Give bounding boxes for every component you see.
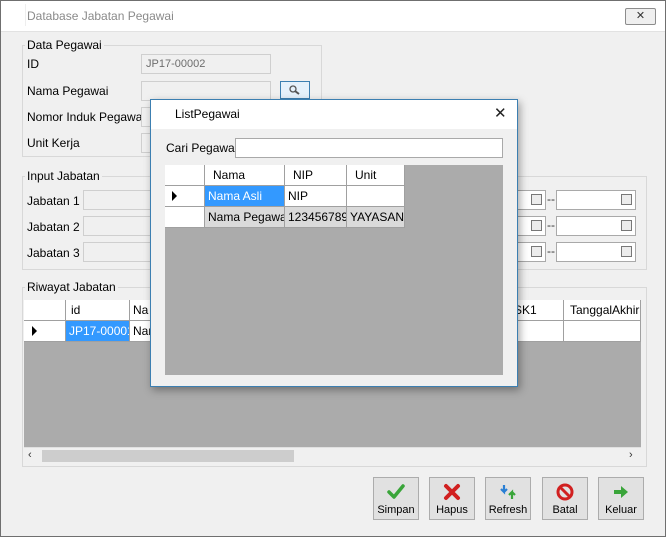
jabatan-1-label: Jabatan 1	[27, 194, 80, 208]
calendar-icon[interactable]	[531, 194, 542, 205]
table-cell-nip[interactable]: NIP	[285, 186, 347, 207]
dialog-title-bar: ListPegawai ✕	[151, 100, 517, 129]
range-separator: --	[547, 192, 555, 206]
jabatan-3-field[interactable]	[83, 242, 153, 262]
column-header-nama[interactable]: Na	[130, 300, 151, 321]
cari-pegawai-input[interactable]	[235, 138, 503, 158]
data-pegawai-label: Data Pegawai	[25, 38, 104, 52]
scroll-right-icon[interactable]: ›	[629, 449, 633, 461]
simpan-label: Simpan	[377, 504, 415, 516]
refresh-button[interactable]: Refresh	[485, 477, 531, 520]
scrollbar-thumb[interactable]	[42, 450, 294, 462]
hapus-button[interactable]: Hapus	[429, 477, 475, 520]
app-icon	[5, 4, 26, 26]
nama-pegawai-label: Nama Pegawai	[27, 84, 109, 98]
jabatan-1-end-date[interactable]	[556, 190, 636, 210]
jabatan-2-label: Jabatan 2	[27, 220, 80, 234]
column-header-sk1[interactable]: SK1	[514, 300, 564, 321]
scroll-left-icon[interactable]: ‹	[28, 449, 32, 461]
column-header-unit[interactable]: Unit	[347, 165, 405, 186]
batal-button[interactable]: Batal	[542, 477, 588, 520]
close-button[interactable]: ✕	[625, 8, 656, 25]
batal-label: Batal	[552, 504, 578, 516]
row-pointer-icon	[172, 191, 177, 201]
range-separator: --	[547, 244, 555, 258]
table-cell-nama[interactable]: Nama Pegawai	[205, 207, 285, 228]
table-cell-nip[interactable]: 123456789	[285, 207, 347, 228]
keluar-label: Keluar	[605, 504, 637, 516]
cancel-icon	[556, 483, 574, 501]
table-cell-unit[interactable]: YAYASAN	[347, 207, 405, 228]
jabatan-2-field[interactable]	[83, 216, 153, 236]
jabatan-1-field[interactable]	[83, 190, 153, 210]
cari-pegawai-label: Cari Pegawai	[166, 141, 238, 155]
calendar-icon[interactable]	[531, 246, 542, 257]
close-icon: ✕	[635, 10, 646, 22]
table-cell-nama[interactable]: Nama Asli	[205, 186, 285, 207]
table-cell-unit[interactable]	[347, 186, 405, 207]
table-cell-tanggal-akhir[interactable]	[564, 321, 641, 342]
dialog-close-icon[interactable]: ✕	[494, 104, 507, 122]
table-cell-id[interactable]: JP17-00001	[66, 321, 130, 342]
jabatan-3-end-date[interactable]	[556, 242, 636, 262]
id-label: ID	[27, 57, 39, 71]
calendar-icon[interactable]	[621, 220, 632, 231]
table-cell-sk1[interactable]	[514, 321, 564, 342]
column-header-nip[interactable]: NIP	[285, 165, 347, 186]
calendar-icon[interactable]	[621, 246, 632, 257]
riwayat-jabatan-label: Riwayat Jabatan	[25, 280, 118, 294]
keluar-button[interactable]: Keluar	[598, 477, 644, 520]
row-header-corner	[24, 300, 66, 321]
calendar-icon[interactable]	[531, 220, 542, 231]
title-bar: Database Jabatan Pegawai ✕	[1, 1, 665, 32]
refresh-arrows-icon	[500, 485, 516, 499]
pegawai-grid[interactable]: Nama NIP Unit Nama Asli NIP Nama Pegawai…	[165, 165, 503, 375]
input-jabatan-label: Input Jabatan	[25, 169, 102, 183]
simpan-button[interactable]: Simpan	[373, 477, 419, 520]
horizontal-scrollbar[interactable]: ‹ ›	[24, 447, 641, 464]
id-field[interactable]: JP17-00002	[141, 54, 271, 74]
dialog-title: ListPegawai	[175, 107, 240, 121]
table-cell-nama[interactable]: Nam	[130, 321, 151, 342]
unit-kerja-label: Unit Kerja	[27, 136, 80, 150]
search-pegawai-button[interactable]	[280, 81, 310, 99]
column-header-nama[interactable]: Nama	[205, 165, 285, 186]
calendar-icon[interactable]	[621, 194, 632, 205]
nama-pegawai-field[interactable]	[141, 81, 271, 101]
nip-label: Nomor Induk Pegawai	[27, 110, 146, 124]
column-header-tanggal-akhir[interactable]: TanggalAkhirS	[564, 300, 641, 321]
window-title: Database Jabatan Pegawai	[27, 9, 174, 23]
exit-arrow-icon	[614, 486, 628, 498]
row-selector[interactable]	[165, 207, 205, 228]
refresh-label: Refresh	[488, 504, 528, 516]
range-separator: --	[547, 218, 555, 232]
list-pegawai-dialog: ListPegawai ✕ Cari Pegawai Nama NIP Unit…	[150, 99, 518, 387]
row-selector[interactable]	[165, 186, 205, 207]
row-pointer-icon	[32, 326, 37, 336]
jabatan-2-end-date[interactable]	[556, 216, 636, 236]
row-header-corner	[165, 165, 205, 186]
delete-x-icon	[444, 484, 460, 500]
jabatan-3-label: Jabatan 3	[27, 246, 80, 260]
row-selector[interactable]	[24, 321, 66, 342]
search-icon	[289, 85, 300, 95]
hapus-label: Hapus	[436, 504, 468, 516]
column-header-id[interactable]: id	[66, 300, 130, 321]
checkmark-icon	[387, 484, 405, 499]
